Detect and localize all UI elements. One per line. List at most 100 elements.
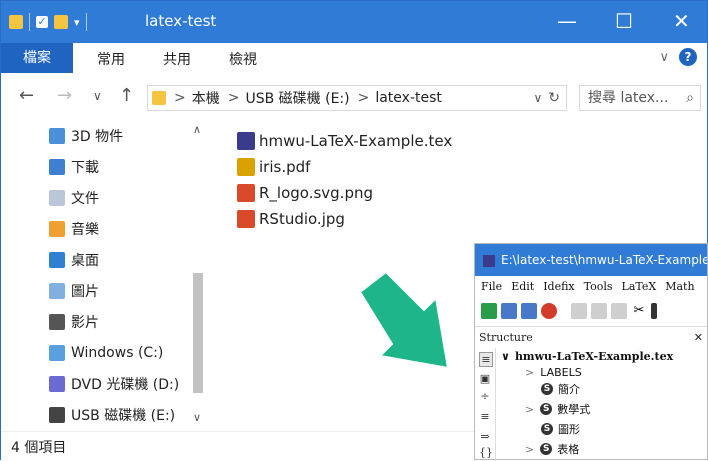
tree-section[interactable]: > S 表格 (525, 440, 579, 458)
nav-item[interactable]: DVD 光碟機 (D:) (49, 371, 179, 397)
menu-item[interactable]: Edit (511, 276, 534, 298)
nav-item[interactable]: 3D 物件 (49, 123, 123, 149)
scroll-down-icon[interactable]: ∨ (193, 411, 201, 424)
undo-icon[interactable] (571, 303, 587, 319)
menu-item[interactable]: Tools (584, 276, 613, 298)
breadcrumb-folder[interactable]: latex-test (375, 90, 442, 106)
new-folder-icon[interactable] (54, 15, 68, 29)
ribbon-controls: ∨ ? (659, 48, 697, 66)
nav-item[interactable]: 圖片 (49, 278, 99, 304)
tree-section[interactable]: S 簡介 (541, 380, 580, 398)
breadcrumb-drive[interactable]: USB 磁碟機 (E:) (245, 88, 349, 108)
scroll-up-icon[interactable]: ∧ (193, 123, 201, 136)
tree-section[interactable]: > S 數學式 (525, 400, 590, 418)
nav-item-label: 下載 (71, 160, 99, 176)
close-panel-icon[interactable]: ✕ (694, 328, 703, 348)
texstudio-window: E:\latex-test\hmwu-LaTeX-Example.tex Fil… (474, 243, 708, 461)
nav-item[interactable]: 下載 (49, 154, 99, 180)
file-item[interactable]: R_logo.svg.png (237, 181, 373, 205)
collapse-chevron-icon[interactable]: ∨ (501, 350, 510, 363)
breadcrumb-separator: > (227, 90, 240, 106)
refresh-icon[interactable]: ↻ (548, 90, 560, 106)
ribbon-tabs: 檔案 常用 共用 檢視 ∨ ? (1, 43, 707, 74)
close-document-icon[interactable] (541, 303, 557, 319)
nav-item-icon (49, 314, 65, 330)
expand-ribbon-icon[interactable]: ∨ (659, 50, 669, 65)
braces-icon[interactable]: {} (479, 446, 493, 459)
tree-labels[interactable]: > LABELS (525, 363, 582, 381)
nav-item-label: 圖片 (71, 284, 99, 300)
nav-item[interactable]: 影片 (49, 309, 99, 335)
address-dropdown-icon[interactable]: ∨ (533, 91, 542, 105)
menu-item[interactable]: File (481, 276, 502, 298)
nav-item-icon (49, 159, 65, 175)
divider (29, 13, 30, 31)
recent-locations-icon[interactable]: ∨ (93, 89, 102, 103)
structure-view-icon[interactable]: ≡ (479, 352, 493, 367)
tab-share[interactable]: 共用 (163, 49, 191, 69)
tree-section[interactable]: S 圖形 (541, 420, 580, 438)
save-icon[interactable] (521, 303, 537, 319)
section-icon: S (541, 383, 553, 395)
symbols-icon[interactable]: ÷ (479, 390, 491, 403)
menu-item[interactable]: Idefix (543, 276, 574, 298)
customize-dropdown-icon[interactable]: ▾ (74, 16, 80, 29)
tab-home[interactable]: 常用 (97, 49, 125, 69)
texstudio-menu-bar: File Edit Idefix Tools LaTeX Math (475, 276, 708, 298)
expand-chevron-icon[interactable]: > (525, 366, 534, 379)
nav-item[interactable]: 音樂 (49, 216, 99, 242)
nav-item-label: USB 磁碟機 (E:) (71, 408, 176, 424)
close-button[interactable]: ✕ (673, 9, 690, 33)
forward-arrow-icon[interactable]: → (57, 85, 72, 106)
paste-icon[interactable] (651, 303, 657, 319)
tree-labels-label: LABELS (540, 365, 582, 379)
file-item[interactable]: RStudio.jpg (237, 207, 345, 231)
cut-icon[interactable]: ✂ (631, 303, 647, 319)
expand-chevron-icon[interactable]: > (525, 443, 534, 456)
up-arrow-icon[interactable]: ↑ (119, 85, 134, 106)
copy-icon[interactable] (611, 303, 627, 319)
nav-item[interactable]: Windows (C:) (49, 340, 163, 366)
menu-item[interactable]: Math (665, 276, 694, 298)
breadcrumb-separator: > (357, 90, 370, 106)
folder-icon (9, 15, 23, 29)
item-count: 4 個項目 (11, 440, 67, 456)
file-type-icon (237, 158, 255, 176)
file-item[interactable]: hmwu-LaTeX-Example.tex (237, 129, 452, 153)
properties-check-icon[interactable]: ✓ (36, 16, 48, 28)
texstudio-logo-icon (483, 254, 495, 267)
nav-item-icon (49, 190, 65, 206)
nav-item[interactable]: USB 磁碟機 (E:) (49, 402, 175, 428)
menu-item[interactable]: LaTeX (622, 276, 657, 298)
nav-scrollbar[interactable]: ∧ ∨ (189, 121, 209, 431)
nav-item-label: 3D 物件 (71, 129, 124, 145)
help-icon[interactable]: ? (679, 48, 697, 66)
address-path[interactable]: > 本機 > USB 磁碟機 (E:) > latex-test ∨ ↻ (147, 85, 567, 111)
nav-item-label: Windows (C:) (71, 345, 164, 361)
file-type-icon (237, 210, 255, 228)
redo-icon[interactable] (591, 303, 607, 319)
back-arrow-icon[interactable]: ← (19, 85, 34, 106)
tab-file[interactable]: 檔案 (1, 43, 73, 73)
list-icon[interactable]: ≡ (479, 410, 491, 423)
file-name: iris.pdf (259, 158, 311, 176)
maximize-button[interactable]: ☐ (615, 9, 633, 33)
file-item[interactable]: iris.pdf (237, 155, 310, 179)
section-icon: S (540, 443, 553, 455)
scroll-thumb[interactable] (193, 273, 203, 393)
breadcrumb-this-pc[interactable]: 本機 (192, 88, 220, 108)
tab-view[interactable]: 檢視 (229, 49, 257, 69)
file-type-icon (237, 132, 255, 150)
minimize-button[interactable]: — (557, 9, 577, 33)
bookmarks-icon[interactable]: ▣ (479, 372, 491, 385)
search-input[interactable]: 搜尋 latex... ⌕ (579, 85, 701, 111)
nav-item-label: DVD 光碟機 (D:) (71, 377, 180, 393)
expand-chevron-icon[interactable]: > (525, 403, 534, 416)
file-name: R_logo.svg.png (259, 184, 374, 202)
new-file-icon[interactable] (481, 303, 497, 319)
structure-panel-header: Structure ✕ (475, 328, 707, 348)
open-file-icon[interactable] (501, 303, 517, 319)
arrows-icon[interactable]: ⇒ (479, 430, 491, 443)
nav-item[interactable]: 文件 (49, 185, 99, 211)
nav-item[interactable]: 桌面 (49, 247, 99, 273)
